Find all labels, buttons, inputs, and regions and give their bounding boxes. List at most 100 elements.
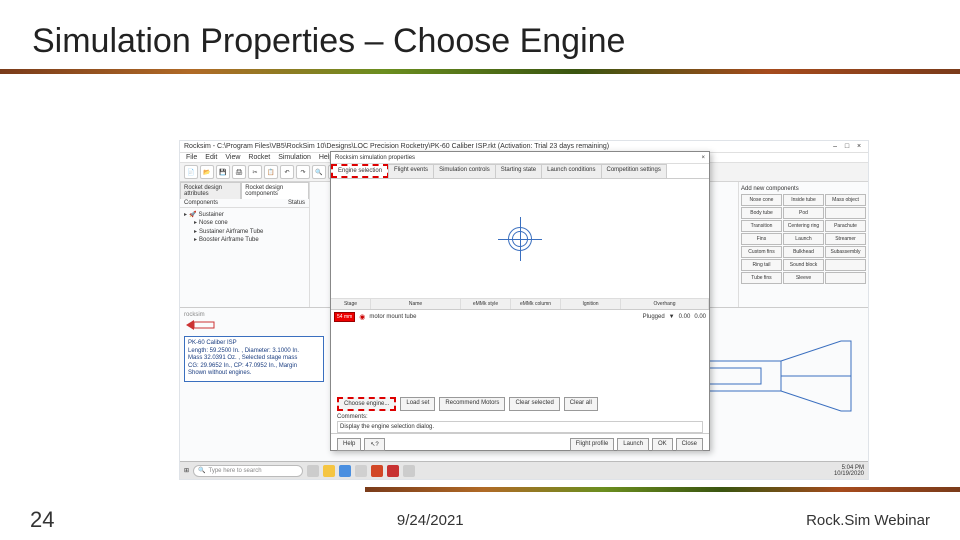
toolbar-btn-1[interactable]: 📄: [184, 165, 198, 179]
dialog-title-text: Rocksim simulation properties: [335, 155, 415, 161]
btn-tubefins[interactable]: Tube fins: [741, 272, 782, 284]
tree-header-components: Components: [184, 200, 218, 206]
close-dialog-button[interactable]: Close: [676, 438, 703, 451]
start-button[interactable]: ⊞: [184, 467, 189, 474]
toolbar-btn-7[interactable]: ↶: [280, 165, 294, 179]
tab-engine-selection[interactable]: Engine selection: [331, 164, 389, 178]
tab-design-components[interactable]: Rocket design components: [241, 182, 309, 199]
btn-subassembly[interactable]: Subassembly: [825, 246, 866, 258]
btn-centeringring[interactable]: Centering ring: [783, 220, 824, 232]
btn-sleeve[interactable]: Sleeve: [783, 272, 824, 284]
minimize-button[interactable]: –: [830, 143, 840, 150]
toolbar-btn-5[interactable]: ✂: [248, 165, 262, 179]
windows-taskbar: ⊞ 🔍 Type here to search 5:04 PM 10/19/20…: [180, 461, 868, 479]
recommend-motors-button[interactable]: Recommend Motors: [439, 397, 505, 411]
taskbar-icon-1[interactable]: [307, 465, 319, 477]
motor-table-row[interactable]: 54 mm ◉ motor mount tube Plugged ▼ 0.00 …: [331, 310, 709, 324]
dialog-close-button[interactable]: ×: [701, 155, 705, 161]
search-icon: 🔍: [198, 467, 205, 474]
btn-blank2[interactable]: [825, 259, 866, 271]
tree-item-booster-tube[interactable]: ▸Booster Airframe Tube: [184, 236, 305, 244]
component-button-grid: Nose cone Inside tube Mass object Body t…: [741, 194, 866, 284]
clear-selected-button[interactable]: Clear selected: [509, 397, 559, 411]
menu-edit[interactable]: Edit: [205, 154, 217, 161]
motor-canvas: [331, 179, 709, 299]
choose-engine-button[interactable]: Choose engine...: [337, 397, 396, 411]
toolbar-btn-8[interactable]: ↷: [296, 165, 310, 179]
btn-soundblock[interactable]: Sound block: [783, 259, 824, 271]
simulation-properties-dialog: Rocksim simulation properties × Engine s…: [330, 151, 710, 451]
expand-icon[interactable]: ▸: [194, 219, 197, 227]
taskbar-icon-ppt[interactable]: [371, 465, 383, 477]
btn-fins[interactable]: Fins: [741, 233, 782, 245]
flight-profile-button[interactable]: Flight profile: [570, 438, 615, 451]
toolbar-btn-4[interactable]: 🖨: [232, 165, 246, 179]
tree-item-sustainer-tube[interactable]: ▸Sustainer Airframe Tube: [184, 228, 305, 236]
taskbar-search[interactable]: 🔍 Type here to search: [193, 465, 303, 477]
app-title-text: Rocksim - C:\Program Files\VB5\RockSim 1…: [184, 143, 609, 150]
btn-nosecone[interactable]: Nose cone: [741, 194, 782, 206]
expand-icon[interactable]: ▸: [184, 211, 187, 219]
dialog-button-row: Choose engine... Load set Recommend Moto…: [331, 394, 709, 414]
expand-icon[interactable]: ▸: [194, 236, 197, 244]
maximize-button[interactable]: □: [842, 143, 852, 150]
motor-ring-inner-icon: [512, 231, 528, 247]
btn-pod[interactable]: Pod: [783, 207, 824, 219]
menu-view[interactable]: View: [225, 154, 240, 161]
btn-transition[interactable]: Transition: [741, 220, 782, 232]
menu-simulation[interactable]: Simulation: [278, 154, 311, 161]
btn-ringtail[interactable]: Ring tail: [741, 259, 782, 271]
tab-competition-settings[interactable]: Competition settings: [601, 164, 667, 178]
tree-item-nosecone[interactable]: ▸Nose cone: [184, 219, 305, 227]
menu-rocket[interactable]: Rocket: [248, 154, 270, 161]
close-button[interactable]: ×: [854, 143, 864, 150]
btn-massobject[interactable]: Mass object: [825, 194, 866, 206]
help-button[interactable]: Help: [337, 438, 361, 451]
btn-parachute[interactable]: Parachute: [825, 220, 866, 232]
tab-design-attributes[interactable]: Rocket design attributes: [180, 182, 241, 199]
toolbar-btn-9[interactable]: 🔍: [312, 165, 326, 179]
btn-insidetube[interactable]: Inside tube: [783, 194, 824, 206]
search-placeholder: Type here to search: [209, 468, 262, 474]
btn-bulkhead[interactable]: Bulkhead: [783, 246, 824, 258]
motor-size-badge: 54 mm: [334, 312, 355, 322]
ok-button[interactable]: OK: [652, 438, 673, 451]
taskbar-date: 10/19/2020: [834, 471, 864, 477]
tab-flight-events[interactable]: Flight events: [388, 164, 434, 178]
btn-launch[interactable]: Launch: [783, 233, 824, 245]
btn-blank1[interactable]: [825, 207, 866, 219]
toolbar-btn-3[interactable]: 💾: [216, 165, 230, 179]
menu-file[interactable]: File: [186, 154, 197, 161]
taskbar-clock[interactable]: 5:04 PM 10/19/2020: [834, 465, 864, 477]
btn-bodytube[interactable]: Body tube: [741, 207, 782, 219]
whats-this-button[interactable]: ↖?: [364, 438, 384, 451]
load-set-button[interactable]: Load set: [400, 397, 435, 411]
tab-starting-state[interactable]: Starting state: [495, 164, 542, 178]
comments-text: Display the engine selection dialog.: [337, 421, 703, 433]
taskbar-icon-rocksim[interactable]: [387, 465, 399, 477]
motor-name: motor mount tube: [369, 314, 416, 320]
toolbar-btn-2[interactable]: 📂: [200, 165, 214, 179]
taskbar-icon-3[interactable]: [403, 465, 415, 477]
launch-button[interactable]: Launch: [617, 438, 649, 451]
comments-area: Comments: Display the engine selection d…: [331, 414, 709, 433]
tree-root[interactable]: ▸🚀Sustainer: [184, 211, 305, 219]
toolbar-btn-6[interactable]: 📋: [264, 165, 278, 179]
th-ignition: Ignition: [561, 299, 621, 309]
tab-launch-conditions[interactable]: Launch conditions: [541, 164, 601, 178]
tab-simulation-controls[interactable]: Simulation controls: [433, 164, 496, 178]
taskbar-icon-explorer[interactable]: [323, 465, 335, 477]
accent-bar-bottom: [365, 487, 960, 492]
dialog-titlebar: Rocksim simulation properties ×: [331, 152, 709, 164]
clear-all-button[interactable]: Clear all: [564, 397, 598, 411]
taskbar-icon-2[interactable]: [355, 465, 367, 477]
expand-icon[interactable]: ▸: [194, 228, 197, 236]
slide-footer-label: Rock.Sim Webinar: [806, 512, 930, 529]
left-tabstrip: Rocket design attributes Rocket design c…: [180, 182, 309, 199]
taskbar-icon-edge[interactable]: [339, 465, 351, 477]
btn-streamer[interactable]: Streamer: [825, 233, 866, 245]
ignition-dropdown-icon[interactable]: ▼: [669, 314, 675, 320]
rocket-info-box: PK-60 Caliber ISP Length: 59.2500 In. , …: [184, 336, 324, 382]
btn-customfins[interactable]: Custom fins: [741, 246, 782, 258]
btn-blank3[interactable]: [825, 272, 866, 284]
